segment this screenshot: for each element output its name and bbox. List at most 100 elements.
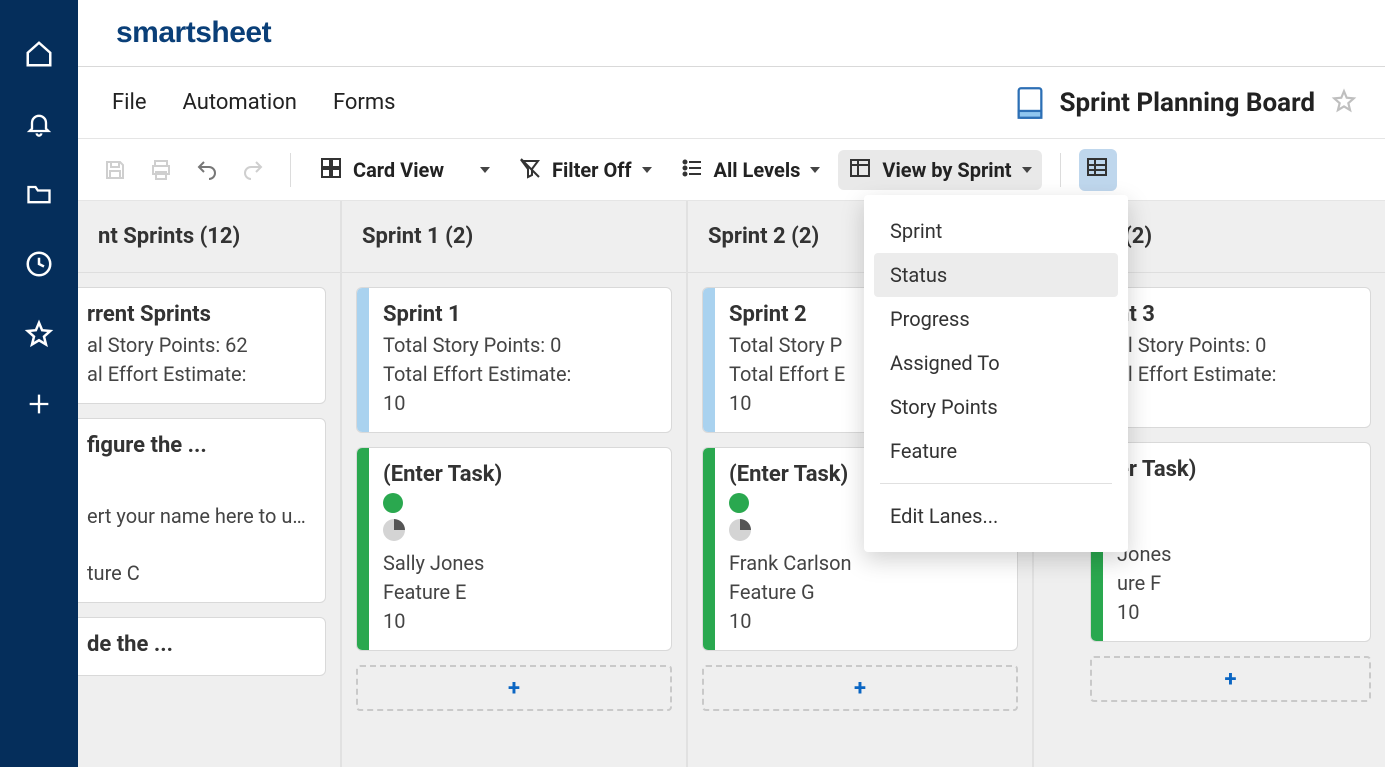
status-dot-icon <box>383 493 403 513</box>
menu-forms[interactable]: Forms <box>333 90 396 115</box>
card-view-icon <box>319 156 343 184</box>
dropdown-item-assigned-to[interactable]: Assigned To <box>874 341 1118 385</box>
chevron-down-icon <box>480 167 490 173</box>
menu-automation[interactable]: Automation <box>183 90 297 115</box>
view-by-selector[interactable]: View by Sprint <box>838 150 1041 190</box>
status-dot-icon <box>729 493 749 513</box>
chevron-down-icon <box>810 167 820 173</box>
nav-browse[interactable] <box>0 164 78 224</box>
progress-pie-icon <box>729 519 751 541</box>
board-scroll[interactable]: nt Sprints (12) rrent Sprints al Story P… <box>78 201 1385 767</box>
lane-header[interactable]: nt Sprints (12) <box>78 201 340 273</box>
levels-icon <box>680 156 704 184</box>
card-feature: ure F <box>1117 569 1352 598</box>
levels-selector[interactable]: All Levels <box>670 150 831 190</box>
sheet-icon <box>1016 86 1044 120</box>
save-button[interactable] <box>96 151 134 189</box>
dropdown-item-sprint[interactable]: Sprint <box>874 209 1118 253</box>
card[interactable]: figure the ... ert your name here to us.… <box>78 418 326 603</box>
separator <box>290 153 291 187</box>
view-by-dropdown: Sprint Status Progress Assigned To Story… <box>864 195 1128 552</box>
card-line: Total Story Points: 0 <box>383 331 653 360</box>
dropdown-item-story-points[interactable]: Story Points <box>874 385 1118 429</box>
document-title: Sprint Planning Board <box>1060 88 1315 118</box>
card-title: figure the ... <box>87 433 307 458</box>
dropdown-separator <box>880 483 1112 484</box>
lane-sprint-1: Sprint 1 (2) Sprint 1 Total Story Points… <box>342 201 688 767</box>
card-feature: Feature E <box>383 578 653 607</box>
card-points: 10 <box>1117 598 1352 627</box>
columns-icon <box>848 156 872 184</box>
undo-button[interactable] <box>188 151 226 189</box>
main-area: smartsheet File Automation Forms Sprint … <box>78 0 1385 767</box>
card-title: Sprint 1 <box>383 302 653 327</box>
card-line: al Effort Estimate: <box>87 360 307 389</box>
brand-logo: smartsheet <box>116 16 271 50</box>
star-outline-icon <box>1331 88 1357 114</box>
card-summary[interactable]: Sprint 1 Total Story Points: 0 Total Eff… <box>356 287 672 433</box>
view-mode-selector[interactable]: Card View <box>309 150 500 190</box>
card[interactable]: de the ... <box>78 617 326 676</box>
dropdown-edit-lanes[interactable]: Edit Lanes... <box>874 494 1118 538</box>
folder-icon <box>24 180 54 208</box>
card-title: er Task) <box>1117 457 1352 482</box>
add-card-button[interactable]: + <box>356 665 672 711</box>
home-icon <box>24 39 54 69</box>
card-assignee: Sally Jones <box>383 549 653 578</box>
separator <box>1060 153 1061 187</box>
filter-label: Filter Off <box>552 158 632 182</box>
favorite-toggle[interactable] <box>1331 88 1357 118</box>
card-assignee: Jones <box>1117 540 1352 569</box>
card-assignee: Frank Carlson <box>729 549 999 578</box>
redo-icon <box>241 158 265 182</box>
card-summary[interactable]: nt 3 al Story Points: 0 al Effort Estima… <box>1090 287 1371 428</box>
chevron-down-icon <box>1022 167 1032 173</box>
card-line: al Effort Estimate: <box>1117 360 1352 389</box>
undo-icon <box>195 158 219 182</box>
filter-selector[interactable]: Filter Off <box>508 150 662 190</box>
card-task[interactable]: (Enter Task) Sally Jones Feature E 10 <box>356 447 672 651</box>
card-points: 10 <box>729 607 999 636</box>
redo-button[interactable] <box>234 151 272 189</box>
plus-label: + <box>1225 667 1237 692</box>
dropdown-item-progress[interactable]: Progress <box>874 297 1118 341</box>
card-line: Total Effort Estimate: <box>383 360 653 389</box>
clock-icon <box>24 249 54 279</box>
add-card-button[interactable]: + <box>1090 656 1371 702</box>
logo-row: smartsheet <box>78 0 1385 67</box>
chevron-down-icon <box>642 167 652 173</box>
lane-header[interactable]: Sprint 1 (2) <box>342 201 686 273</box>
plus-icon <box>25 390 53 418</box>
card-stripe <box>357 288 369 432</box>
card-task[interactable]: er Task) Jones ure F 10 <box>1090 442 1371 642</box>
card-summary[interactable]: rrent Sprints al Story Points: 62 al Eff… <box>78 287 326 404</box>
left-nav-rail <box>0 0 78 767</box>
grid-icon <box>1085 155 1111 185</box>
view-by-label: View by Sprint <box>882 158 1011 182</box>
menubar: File Automation Forms Sprint Planning Bo… <box>78 67 1385 139</box>
card-line: al Story Points: 0 <box>1117 331 1352 360</box>
add-card-button[interactable]: + <box>702 665 1018 711</box>
nav-notifications[interactable] <box>0 94 78 154</box>
print-icon <box>149 158 173 182</box>
lane-current-sprints: nt Sprints (12) rrent Sprints al Story P… <box>78 201 342 767</box>
card-line: ert your name here to us... <box>87 502 307 531</box>
view-mode-label: Card View <box>353 158 444 182</box>
grid-view-toggle[interactable] <box>1079 149 1117 191</box>
card-title: nt 3 <box>1117 302 1352 327</box>
dropdown-item-feature[interactable]: Feature <box>874 429 1118 473</box>
nav-favorites[interactable] <box>0 304 78 364</box>
print-button[interactable] <box>142 151 180 189</box>
card-title: rrent Sprints <box>87 302 307 327</box>
card-title: de the ... <box>87 632 307 657</box>
nav-recents[interactable] <box>0 234 78 294</box>
card-line: 10 <box>383 389 653 418</box>
dropdown-item-status[interactable]: Status <box>874 253 1118 297</box>
plus-label: + <box>508 676 520 701</box>
card-line: al Story Points: 62 <box>87 331 307 360</box>
nav-create[interactable] <box>0 374 78 434</box>
card-stripe <box>703 288 715 432</box>
nav-home[interactable] <box>0 24 78 84</box>
progress-pie-icon <box>383 519 405 541</box>
menu-file[interactable]: File <box>112 90 147 115</box>
